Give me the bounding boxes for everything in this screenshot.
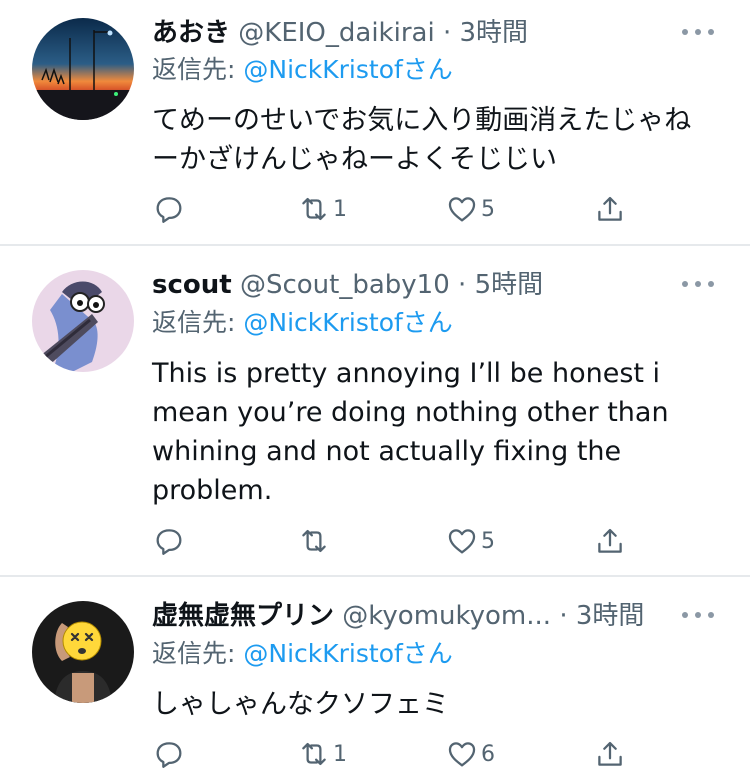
tweet-header: scout @Scout_baby10 · 5時間 — [152, 268, 543, 302]
like-icon — [448, 742, 476, 767]
reply-icon — [156, 529, 182, 555]
like-icon — [448, 197, 476, 222]
tweet-text: This is pretty annoying I’ll be honest i… — [152, 358, 669, 506]
separator-dot: · — [551, 601, 576, 631]
tweet-actions: 1 5 — [152, 191, 642, 227]
user-handle[interactable]: @KEIO_daikirai — [238, 18, 434, 48]
reply-to-handle[interactable]: @NickKristofさん — [243, 639, 452, 668]
retweet-icon — [302, 197, 326, 221]
reply-icon — [156, 197, 182, 223]
like-button[interactable]: 5 — [445, 523, 495, 559]
like-button[interactable]: 5 — [445, 191, 495, 227]
avatar-image — [32, 601, 134, 703]
reply-to: 返信先: @NickKristofさん — [152, 637, 453, 671]
avatar-image — [32, 18, 134, 120]
user-handle[interactable]: @Scout_baby10 — [240, 270, 450, 300]
tweet[interactable]: あおき @KEIO_daikirai · 3時間 返信先: @NickKrist… — [0, 0, 750, 245]
avatar[interactable] — [32, 270, 134, 372]
share-button[interactable] — [593, 191, 627, 227]
separator-dot: · — [434, 18, 460, 48]
reply-to-label: 返信先: — [152, 639, 236, 668]
display-name[interactable]: あおき — [152, 18, 230, 48]
tweet-text: しゃしゃんなクソフェミ — [152, 689, 449, 720]
reply-button[interactable] — [152, 736, 186, 772]
share-button[interactable] — [593, 736, 627, 772]
reply-button[interactable] — [152, 523, 186, 559]
separator-dot: · — [449, 270, 475, 300]
retweet-icon — [302, 742, 326, 766]
reply-to-handle[interactable]: @NickKristofさん — [243, 308, 452, 337]
tweet-actions: 1 6 — [152, 736, 642, 772]
tweet-time[interactable]: 3時間 — [576, 601, 645, 631]
like-count: 6 — [481, 741, 495, 767]
like-count: 5 — [481, 196, 495, 222]
retweet-count: 1 — [333, 741, 347, 767]
share-icon — [598, 528, 622, 553]
avatar[interactable] — [32, 601, 134, 703]
display-name[interactable]: 虚無虚無プリン — [152, 601, 334, 631]
user-handle[interactable]: @kyomukyom... — [342, 601, 551, 631]
tweet-actions: 5 — [152, 523, 642, 559]
reply-to-label: 返信先: — [152, 308, 236, 337]
tweet-header: 虚無虚無プリン @kyomukyom... · 3時間 — [152, 599, 644, 633]
reply-to: 返信先: @NickKristofさん — [152, 306, 453, 340]
reply-to-label: 返信先: — [152, 55, 236, 84]
more-icon[interactable] — [682, 274, 718, 294]
reply-to-handle[interactable]: @NickKristofさん — [243, 55, 452, 84]
tweet-time[interactable]: 3時間 — [459, 18, 528, 48]
retweet-count: 1 — [333, 196, 347, 222]
reply-icon — [156, 742, 182, 768]
tweet-text: てめーのせいでお気に入り動画消えたじゃねーかざけんじゃねーよくそじじい — [152, 105, 692, 175]
tweet[interactable]: 虚無虚無プリン @kyomukyom... · 3時間 返信先: @NickKr… — [0, 577, 750, 784]
display-name[interactable]: scout — [152, 270, 232, 300]
tweet[interactable]: scout @Scout_baby10 · 5時間 返信先: @NickKris… — [0, 246, 750, 576]
like-count: 5 — [481, 528, 495, 554]
reply-button[interactable] — [152, 191, 186, 227]
more-icon[interactable] — [682, 22, 718, 42]
retweet-icon — [302, 529, 326, 553]
avatar[interactable] — [32, 18, 134, 120]
avatar-image — [32, 270, 134, 372]
retweet-button[interactable] — [297, 523, 333, 559]
retweet-button[interactable]: 1 — [297, 191, 347, 227]
tweet-time[interactable]: 5時間 — [475, 270, 544, 300]
share-icon — [598, 196, 622, 221]
share-button[interactable] — [593, 523, 627, 559]
more-icon[interactable] — [682, 605, 718, 625]
reply-to: 返信先: @NickKristofさん — [152, 53, 453, 87]
retweet-button[interactable]: 1 — [297, 736, 347, 772]
tweet-header: あおき @KEIO_daikirai · 3時間 — [152, 16, 528, 50]
like-button[interactable]: 6 — [445, 736, 495, 772]
share-icon — [598, 741, 622, 766]
like-icon — [448, 529, 476, 554]
